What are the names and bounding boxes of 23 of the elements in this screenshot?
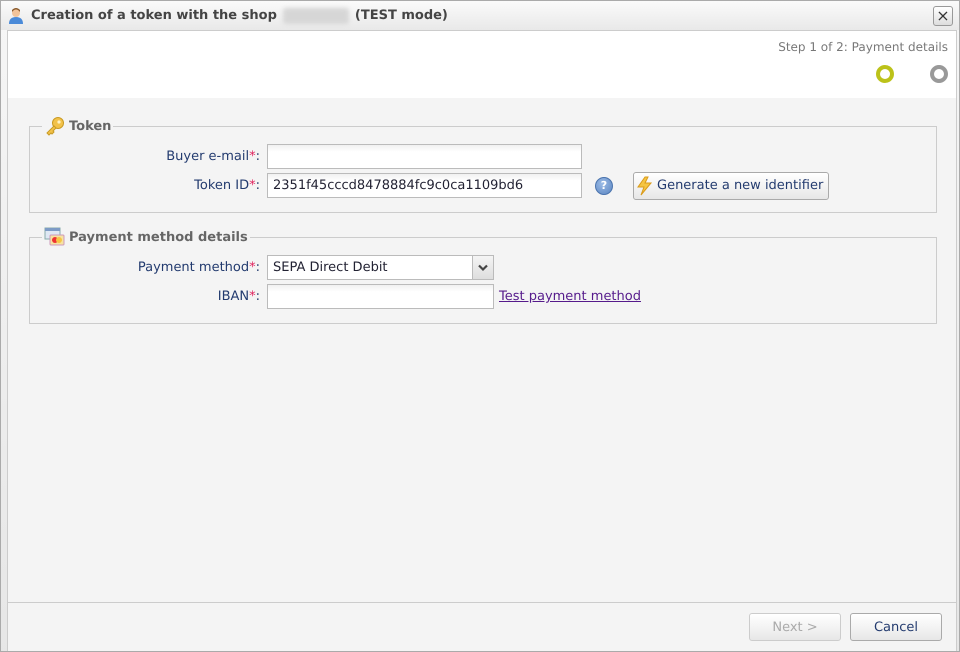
input-field[interactable]: 2351f45cccd8478884fc9c0ca1109bd6 bbox=[267, 173, 582, 198]
input-field[interactable] bbox=[267, 144, 582, 169]
field-label: IBAN*: bbox=[216, 289, 261, 304]
footer-button[interactable]: Cancel bbox=[850, 613, 942, 641]
window-title: Creation of a token with the shop bbox=[31, 8, 277, 23]
test-payment-link[interactable]: Test payment method bbox=[499, 289, 641, 304]
input-field[interactable] bbox=[267, 284, 494, 309]
generate-button[interactable]: Generate a new identifier bbox=[633, 172, 830, 200]
caret-icon bbox=[472, 256, 493, 279]
step-label: Step 1 of 2: Payment details bbox=[778, 40, 948, 54]
card-icon bbox=[44, 227, 66, 247]
payment-method-select[interactable]: SEPA Direct Debit bbox=[267, 255, 494, 280]
section-title: Payment method details bbox=[69, 230, 248, 244]
user-icon bbox=[7, 6, 25, 24]
lightning-icon bbox=[636, 176, 654, 196]
field-label: Buyer e-mail*: bbox=[165, 149, 261, 164]
field-label: Payment method*: bbox=[136, 260, 261, 275]
blurred-text bbox=[282, 8, 349, 24]
window-title: (TEST mode) bbox=[354, 8, 448, 23]
section-title: Token bbox=[69, 118, 112, 134]
field-label: Token ID*: bbox=[193, 178, 261, 193]
key-icon bbox=[44, 116, 66, 136]
close-button[interactable]: × bbox=[933, 6, 953, 26]
